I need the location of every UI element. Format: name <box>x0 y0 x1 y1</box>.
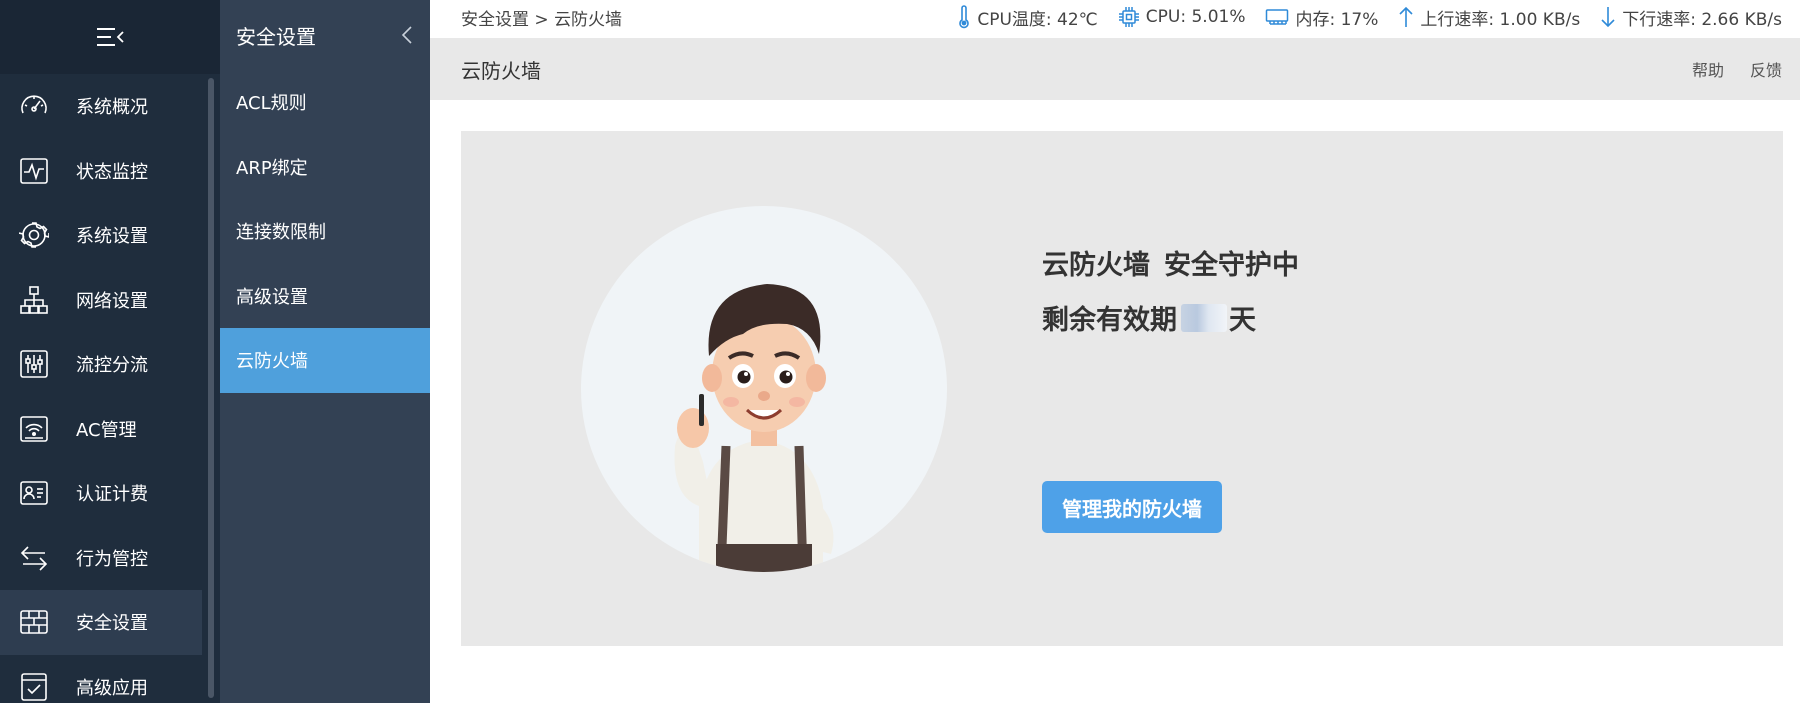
nav-item-label: 网络设置 <box>76 287 148 313</box>
nav-item-security-settings[interactable]: 安全设置 <box>0 590 202 655</box>
nav-item-overview[interactable]: 系统概况 <box>0 74 210 139</box>
manage-firewall-button[interactable]: 管理我的防火墙 <box>1042 481 1222 533</box>
nav-item-label: AC管理 <box>76 416 137 442</box>
header-links: 帮助 反馈 <box>1692 57 1782 81</box>
download-rate-text: 下行速率: 2.66 KB/s <box>1622 5 1782 30</box>
firewall-card: 云防火墙 安全守护中 剩余有效期 天 管理我的防火墙 <box>461 131 1783 646</box>
system-stats: CPU温度: 42℃ CPU: 5.01% 内存: 17% 上行速率: 1.00… <box>957 5 1782 30</box>
id-card-icon <box>18 477 50 509</box>
remaining-validity-line: 剩余有效期 天 <box>1042 298 1299 337</box>
cpu-temperature-text: CPU温度: 42℃ <box>977 5 1097 30</box>
arrow-up-icon <box>1398 6 1414 28</box>
upload-rate: 上行速率: 1.00 KB/s <box>1398 5 1580 30</box>
cpu-chip-icon <box>1118 6 1140 28</box>
nav-item-ac-management[interactable]: AC管理 <box>0 397 210 462</box>
cpu-usage-text: CPU: 5.01% <box>1146 7 1246 27</box>
feedback-link[interactable]: 反馈 <box>1750 57 1782 81</box>
page-header: 云防火墙 帮助 反馈 <box>430 38 1800 100</box>
subnav-item-connection-limit[interactable]: 连接数限制 <box>220 199 430 264</box>
subnav-header: 安全设置 <box>220 0 430 70</box>
nav-item-label: 安全设置 <box>76 609 148 635</box>
chevron-left-icon[interactable] <box>400 25 414 45</box>
breadcrumb-separator: > <box>534 10 548 30</box>
subnav-item-acl-rules[interactable]: ACL规则 <box>220 70 430 135</box>
monitor-icon <box>18 155 50 187</box>
subnav-item-label: ARP绑定 <box>236 154 308 180</box>
subnav-item-label: 连接数限制 <box>236 218 326 244</box>
nav-item-auth-billing[interactable]: 认证计费 <box>0 461 210 526</box>
upload-rate-text: 上行速率: 1.00 KB/s <box>1420 5 1580 30</box>
nav-item-label: 认证计费 <box>76 480 148 506</box>
arrow-down-icon <box>1600 6 1616 28</box>
breadcrumb-current: 云防火墙 <box>554 10 622 30</box>
memory-usage: 内存: 17% <box>1265 5 1378 30</box>
page-title: 云防火墙 <box>461 55 541 84</box>
remaining-days-redacted <box>1181 304 1227 332</box>
nav-item-behavior-control[interactable]: 行为管控 <box>0 526 210 591</box>
sidebar-toggle[interactable] <box>0 0 220 74</box>
subnav-item-label: 高级设置 <box>236 283 308 309</box>
breadcrumb: 安全设置 > 云防火墙 <box>461 5 622 30</box>
nav-item-label: 高级应用 <box>76 674 148 700</box>
checklist-icon <box>18 671 50 703</box>
subnav-item-advanced-settings[interactable]: 高级设置 <box>220 264 430 329</box>
help-link[interactable]: 帮助 <box>1692 57 1724 81</box>
sub-sidebar: 安全设置 ACL规则 ARP绑定 连接数限制 高级设置 云防火墙 <box>220 0 430 703</box>
firewall-info: 云防火墙 安全守护中 剩余有效期 天 <box>1042 243 1299 337</box>
network-icon <box>18 284 50 316</box>
nav-item-flow-control[interactable]: 流控分流 <box>0 332 210 397</box>
swap-arrows-icon <box>18 542 50 574</box>
firewall-name: 云防火墙 <box>1042 243 1150 282</box>
nav-item-system-settings[interactable]: 系统设置 <box>0 203 210 268</box>
memory-usage-text: 内存: 17% <box>1295 5 1378 30</box>
sidebar-scrollbar[interactable] <box>208 78 214 698</box>
subnav-item-arp-binding[interactable]: ARP绑定 <box>220 135 430 200</box>
subnav-item-label: 云防火墙 <box>236 347 308 373</box>
nav-item-advanced-apps[interactable]: 高级应用 <box>0 655 210 719</box>
cpu-temperature: CPU温度: 42℃ <box>957 5 1097 30</box>
nav-item-label: 行为管控 <box>76 545 148 571</box>
nav-item-label: 系统设置 <box>76 222 148 248</box>
menu-collapse-icon[interactable] <box>95 25 125 49</box>
download-rate: 下行速率: 2.66 KB/s <box>1600 5 1782 30</box>
nav-item-network-settings[interactable]: 网络设置 <box>0 268 210 333</box>
nav-item-status-monitor[interactable]: 状态监控 <box>0 139 210 204</box>
memory-icon <box>1265 7 1289 27</box>
thermometer-icon <box>957 5 971 29</box>
firewall-status: 安全守护中 <box>1164 243 1299 282</box>
dashboard-icon <box>18 90 50 122</box>
nav-item-label: 流控分流 <box>76 351 148 377</box>
status-bar: 安全设置 > 云防火墙 CPU温度: 42℃ CPU: 5.01% 内存: 17… <box>430 0 1800 34</box>
cpu-usage: CPU: 5.01% <box>1118 6 1246 28</box>
sliders-icon <box>18 348 50 380</box>
firewall-status-line: 云防火墙 安全守护中 <box>1042 243 1299 282</box>
remaining-label: 剩余有效期 <box>1042 298 1177 337</box>
firewall-icon <box>18 606 50 638</box>
subnav-item-cloud-firewall[interactable]: 云防火墙 <box>220 328 430 393</box>
main-sidebar: 系统概况 状态监控 系统设置 <box>0 0 220 703</box>
breadcrumb-parent[interactable]: 安全设置 <box>461 10 529 30</box>
gear-icon <box>18 219 50 251</box>
subnav-title: 安全设置 <box>236 21 316 50</box>
nav-item-label: 系统概况 <box>76 93 148 119</box>
wifi-router-icon <box>18 413 50 445</box>
subnav-item-label: ACL规则 <box>236 89 307 115</box>
mascot-illustration <box>581 206 947 572</box>
nav-item-label: 状态监控 <box>76 158 148 184</box>
remaining-unit: 天 <box>1229 298 1256 337</box>
